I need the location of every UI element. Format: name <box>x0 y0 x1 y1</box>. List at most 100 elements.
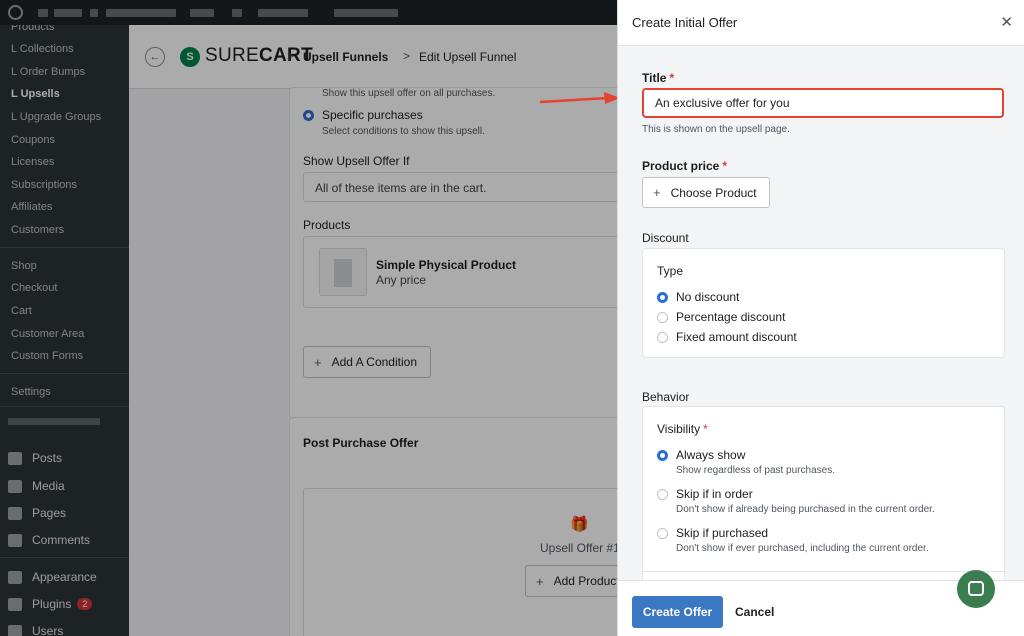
product-box-icon <box>334 259 352 287</box>
sidebar-item-subscriptions[interactable]: Subscriptions <box>11 179 77 191</box>
sidebar-item-affiliates[interactable]: Affiliates <box>11 201 52 213</box>
comments-icon <box>8 533 22 547</box>
sidebar-item-cart[interactable]: Cart <box>11 305 32 317</box>
skip-if-purchased-radio[interactable] <box>657 528 668 539</box>
sidebar-item-order-bumps[interactable]: L Order Bumps <box>11 66 85 78</box>
sidebar-item-posts[interactable]: Posts <box>8 451 62 465</box>
sidebar-item-users[interactable]: Users <box>8 624 63 636</box>
cancel-button[interactable]: Cancel <box>735 605 774 619</box>
title-input[interactable]: An exclusive offer for you <box>642 88 1004 118</box>
specific-purchases-desc: Select conditions to show this upsell. <box>322 126 485 137</box>
title-help: This is shown on the upsell page. <box>642 124 790 135</box>
behavior-divider <box>643 571 1004 572</box>
sidebar-item-upsells[interactable]: L Upsells <box>11 88 60 100</box>
plugin-icon <box>8 597 22 611</box>
users-icon <box>8 624 22 636</box>
percentage-discount-label: Percentage discount <box>676 310 786 324</box>
back-button[interactable]: ← <box>145 47 165 67</box>
breadcrumb-upsell-funnels[interactable]: Upsell Funnels <box>303 50 388 64</box>
sidebar-item-shop[interactable]: Shop <box>11 260 37 272</box>
required-marker: * <box>722 159 728 173</box>
redacted-text <box>190 9 214 17</box>
sidebar-item-upgrade-groups[interactable]: L Upgrade Groups <box>11 111 101 123</box>
skip-if-in-order-radio[interactable] <box>657 489 668 500</box>
sidebar-item-comments[interactable]: Comments <box>8 533 90 547</box>
no-discount-label: No discount <box>676 290 740 304</box>
create-offer-drawer: Create Initial Offer ✕ Title * An exclusi… <box>617 0 1024 636</box>
sidebar-item-products[interactable]: Products <box>11 25 54 33</box>
required-marker: * <box>669 71 675 85</box>
discount-type-label: Type <box>657 264 684 278</box>
no-discount-radio[interactable] <box>657 292 668 303</box>
breadcrumb-edit-upsell-funnel: Edit Upsell Funnel <box>419 50 517 64</box>
redacted-text <box>334 9 398 17</box>
sidebar-item-custom-forms[interactable]: Custom Forms <box>11 350 83 362</box>
chat-support-button[interactable] <box>957 570 995 608</box>
sidebar-item-licenses[interactable]: Licenses <box>11 156 54 168</box>
title-label: Title * <box>642 71 674 85</box>
upsell-offer-label: Upsell Offer #1 <box>540 541 620 555</box>
sidebar-item-label: Plugins <box>32 597 72 611</box>
visibility-label: Visibility * <box>657 422 708 436</box>
add-product-label: Add Product <box>553 574 620 588</box>
sidebar-item-collections[interactable]: L Collections <box>11 43 74 55</box>
sidebar-item-plugins[interactable]: Plugins 2 <box>8 597 93 611</box>
plus-icon: + <box>314 354 322 370</box>
sidebar-item-appearance[interactable]: Appearance <box>8 570 97 584</box>
add-condition-label: Add A Condition <box>331 355 417 369</box>
always-show-radio[interactable] <box>657 450 668 461</box>
sidebar-item-label: Appearance <box>32 570 97 584</box>
chat-icon <box>968 581 984 596</box>
add-condition-button[interactable]: + Add A Condition <box>303 346 431 378</box>
brush-icon <box>8 570 22 584</box>
wordpress-logo-icon[interactable] <box>8 5 23 20</box>
visibility-label-text: Visibility <box>657 422 701 436</box>
sidebar-divider <box>0 373 129 374</box>
percentage-discount-radio[interactable] <box>657 312 668 323</box>
product-name: Simple Physical Product <box>376 258 517 272</box>
specific-purchases-label: Specific purchases <box>322 108 423 122</box>
discount-label: Discount <box>642 231 689 245</box>
sidebar-item-label: Pages <box>32 506 67 520</box>
sidebar-item-pages[interactable]: Pages <box>8 506 66 520</box>
skip-if-purchased-label: Skip if purchased <box>676 526 769 540</box>
always-show-desc: Show regardless of past purchases. <box>676 465 835 476</box>
sidebar-divider <box>0 247 129 248</box>
close-icon[interactable]: ✕ <box>1000 13 1013 31</box>
sidebar-divider <box>0 557 129 558</box>
product-price: Any price <box>376 273 427 287</box>
post-purchase-title: Post Purchase Offer <box>303 436 419 450</box>
breadcrumb-separator: > <box>287 49 295 63</box>
plus-icon: + <box>536 573 544 589</box>
sidebar-item-label: Comments <box>32 533 91 547</box>
sidebar-item-customers[interactable]: Customers <box>11 224 64 236</box>
choose-product-button[interactable]: + Choose Product <box>642 177 770 208</box>
drawer-body: Title * An exclusive offer for you This i… <box>618 46 1024 580</box>
sidebar-item-settings[interactable]: Settings <box>11 386 51 398</box>
skip-if-in-order-desc: Don't show if already being purchased in… <box>676 504 935 515</box>
surecart-logo-icon: S <box>180 47 200 67</box>
create-offer-button[interactable]: Create Offer <box>632 596 723 628</box>
specific-purchases-radio[interactable] <box>303 110 314 121</box>
pin-icon <box>8 451 22 465</box>
show-if-label: Show Upsell Offer If <box>303 154 410 168</box>
fixed-amount-discount-radio[interactable] <box>657 332 668 343</box>
product-thumbnail <box>319 248 367 296</box>
discount-card: Type No discount Percentage discount Fix… <box>642 248 1005 358</box>
sidebar-item-coupons[interactable]: Coupons <box>11 134 55 146</box>
admin-sidebar: Products L Collections L Order Bumps L U… <box>0 25 129 636</box>
sidebar-item-customer-area[interactable]: Customer Area <box>11 328 84 340</box>
redacted-text <box>106 9 176 17</box>
breadcrumb-separator: > <box>403 49 411 63</box>
always-show-label: Always show <box>676 448 746 462</box>
sidebar-item-media[interactable]: Media <box>8 479 65 493</box>
choose-product-label: Choose Product <box>670 185 757 200</box>
redacted-text <box>90 9 98 17</box>
drawer-header: Create Initial Offer ✕ <box>618 0 1024 46</box>
sidebar-item-label: Media <box>32 479 65 493</box>
redacted-text <box>258 9 308 17</box>
sidebar-item-checkout[interactable]: Checkout <box>11 282 57 294</box>
title-label-text: Title <box>642 71 667 85</box>
pages-icon <box>8 506 22 520</box>
sidebar-item-label: Posts <box>32 451 63 465</box>
